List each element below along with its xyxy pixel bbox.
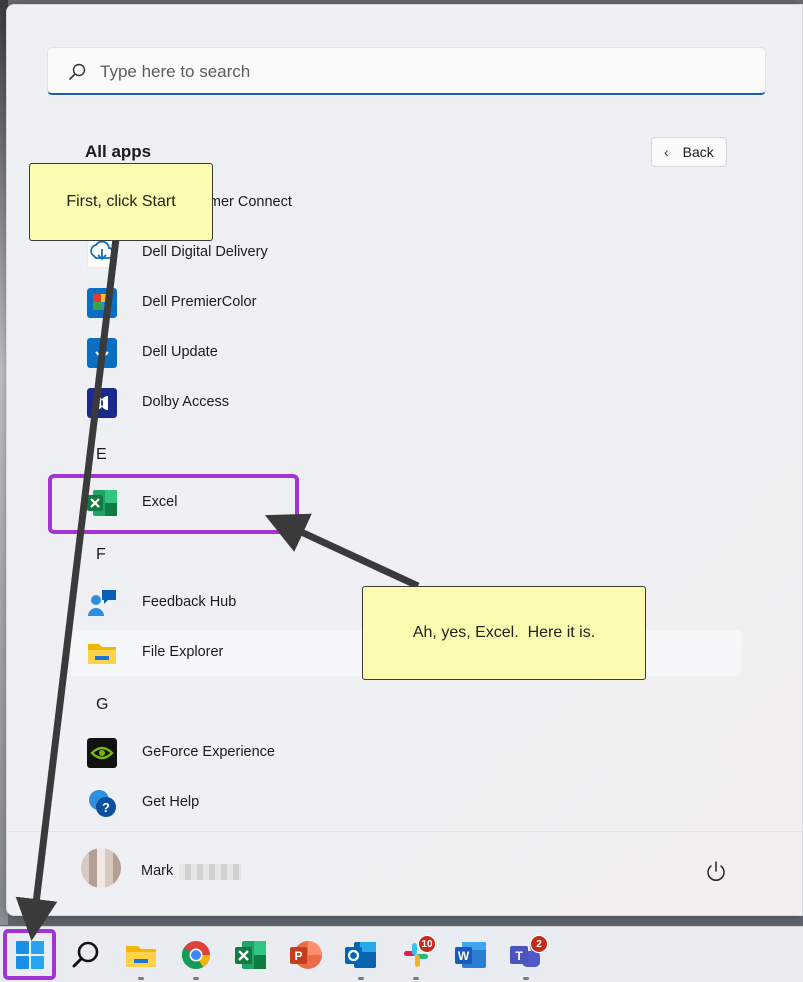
arrow-to-excel (264, 513, 420, 590)
annotation-arrows (15, 221, 420, 941)
callout-click-start: First, click Start (29, 163, 213, 241)
arrow-to-start (15, 221, 122, 941)
callout-excel-found: Ah, yes, Excel. Here it is. (362, 586, 646, 680)
